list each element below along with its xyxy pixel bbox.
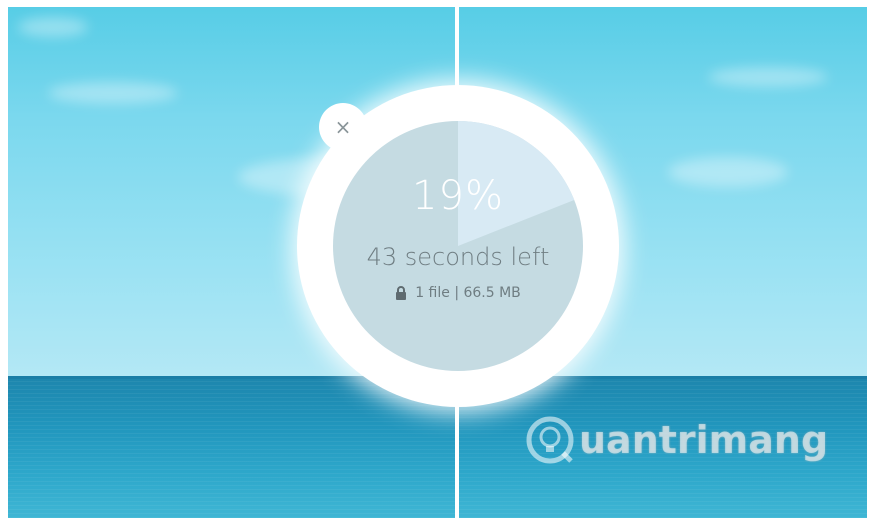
- progress-percent: 19%: [412, 173, 504, 219]
- time-remaining: 43 seconds left: [366, 243, 550, 271]
- close-button[interactable]: ×: [319, 103, 367, 151]
- lock-icon: [395, 285, 407, 301]
- file-info: 1 file | 66.5 MB: [333, 285, 583, 301]
- watermark: uantrimang: [525, 410, 828, 470]
- screenshot-frame: 19% 43 seconds left 1 file | 66.5 MB × u…: [0, 0, 869, 522]
- lightbulb-logo-icon: [526, 416, 574, 464]
- file-count-size: 1 file | 66.5 MB: [415, 285, 521, 301]
- watermark-text: uantrimang: [579, 418, 829, 462]
- progress-dial: 19% 43 seconds left 1 file | 66.5 MB: [333, 121, 583, 371]
